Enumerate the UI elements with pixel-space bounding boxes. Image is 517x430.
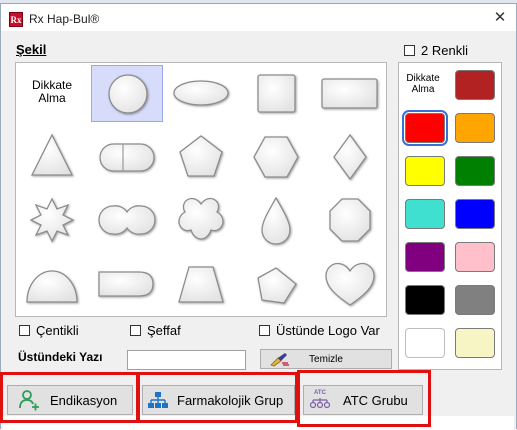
app-logo-icon: Rx [9,12,23,27]
color-swatch-turquoise[interactable] [405,199,445,229]
iki-renkli-checkbox[interactable]: 2 Renkli [404,43,468,58]
pentagon-shape-icon [179,134,223,177]
color-swatch-dark-red[interactable] [455,70,495,100]
color-swatch-white[interactable] [405,328,445,358]
circle-shape-icon [107,74,148,114]
shape-picker-panel: Dikkate Alma [15,62,387,317]
shape-option-clover[interactable] [165,192,237,249]
heart-shape-icon [325,262,375,306]
shape-option-hexagon[interactable] [240,129,312,186]
capsule-shape-icon [98,142,155,172]
shape-option-circle[interactable] [90,65,163,122]
ustundeki-yazi-label: Üstündeki Yazı [18,350,103,364]
square-shape-icon [256,74,296,113]
color-swatch-blue[interactable] [455,199,495,229]
color-swatch-purple[interactable] [405,242,445,272]
shape-option-triangle[interactable] [16,129,88,186]
color-swatch-cream[interactable] [455,328,495,358]
temizle-button[interactable]: Temizle [260,349,392,369]
trapezoid-shape-icon [178,265,224,303]
hexagon-shape-icon [252,135,299,178]
farmakolojik-grup-button[interactable]: Farmakolojik Grup [142,385,295,415]
color-swatch-green[interactable] [455,156,495,186]
shape-option-dikkate-alma[interactable]: Dikkate Alma [16,65,88,122]
clover-shape-icon [178,197,224,240]
ustundeki-yazi-input[interactable] [127,350,246,370]
farmakolojik-grup-label: Farmakolojik Grup [177,392,284,408]
shape-option-square[interactable] [240,65,312,122]
color-swatch-orange[interactable] [455,113,495,143]
shape-option-diamond[interactable] [314,129,386,186]
window-title: Rx Hap-Bul® [29,12,100,26]
shape-option-drop[interactable] [240,192,312,249]
checkbox-box[interactable] [19,325,30,336]
shape-option-capsule[interactable] [91,129,163,186]
shape-option-octagon[interactable] [314,192,386,249]
ellipse-shape-icon [173,80,229,106]
title-bar: Rx Rx Hap-Bul® ✕ [1,4,516,31]
double-circle-shape-icon [97,205,156,235]
color-option-dikkate-alma[interactable]: Dikkate Alma [403,73,443,95]
sekil-label: Şekil [16,42,47,57]
centikli-label: Çentikli [36,323,79,338]
color-swatch-yellow[interactable] [405,156,445,186]
color-swatch-gray[interactable] [455,285,495,315]
seffaf-label: Şeffaf [147,323,181,338]
shape-option-trapezoid[interactable] [165,256,237,313]
checkbox-box[interactable] [130,325,141,336]
shape-option-double-circle[interactable] [91,192,163,249]
triangle-shape-icon [30,133,74,176]
drop-shape-icon [260,196,291,245]
seffaf-checkbox[interactable]: Şeffaf [130,323,181,338]
dikkate-alma-label: Dikkate Alma [31,78,72,105]
close-button[interactable]: ✕ [490,8,510,28]
atc-grubu-button[interactable]: ATC ATC Grubu [303,385,423,415]
endikasyon-label: Endikasyon [50,392,118,408]
temizle-label: Temizle [309,353,343,365]
eraser-brush-icon [268,352,290,370]
centikli-checkbox[interactable]: Çentikli [19,323,79,338]
rx-hap-bul-dialog: Rx Rx Hap-Bul® ✕ Şekil Dikkate Alma 2 Re… [0,3,517,430]
shape-option-pentagon[interactable] [165,129,237,186]
endikasyon-button[interactable]: Endikasyon [7,385,133,415]
checkbox-box[interactable] [404,45,415,56]
shape-option-semicircle[interactable] [16,256,88,313]
atc-grubu-label: ATC Grubu [343,392,408,408]
checkbox-box[interactable] [259,325,270,336]
ustunde-logo-label: Üstünde Logo Var [276,323,380,338]
shape-option-irregular-pentagon[interactable] [240,256,312,313]
diamond-shape-icon [333,133,367,180]
color-swatch-black[interactable] [405,285,445,315]
color-picker-panel: Dikkate Alma [398,62,502,370]
shape-option-rectangle[interactable] [314,65,386,122]
shape-option-ellipse[interactable] [165,65,237,122]
shape-option-star[interactable] [16,192,88,249]
rectangle-shape-icon [321,78,378,109]
add-user-icon [18,389,40,411]
ustunde-logo-checkbox[interactable]: Üstünde Logo Var [259,323,380,338]
shape-option-bullet[interactable] [91,256,163,313]
irregular-pentagon-shape-icon [256,266,297,304]
color-swatch-pink[interactable] [455,242,495,272]
atc-tree-icon: ATC [309,390,331,410]
star-shape-icon [29,197,75,243]
iki-renkli-label: 2 Renkli [421,43,468,58]
semicircle-shape-icon [26,269,78,303]
bullet-shape-icon [97,270,154,297]
octagon-shape-icon [329,198,371,242]
color-swatch-red[interactable] [402,110,448,146]
shape-option-heart[interactable] [314,256,386,313]
results-area-top [3,416,514,430]
hierarchy-icon [147,391,169,409]
